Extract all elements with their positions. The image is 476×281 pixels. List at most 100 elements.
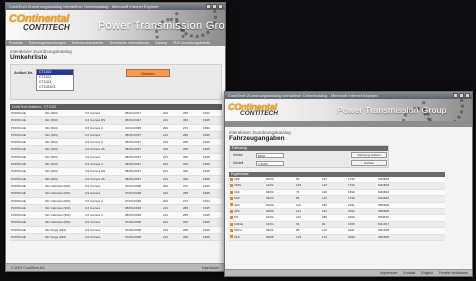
cell-text: 1796: [348, 177, 355, 181]
table-row[interactable]: PORSCHE 911 Targa (993) 3.6 Carrera 07/96-0…: [10, 226, 222, 235]
search-button[interactable]: Suchen: [126, 69, 170, 77]
article-option[interactable]: CT1024K1: [37, 85, 73, 90]
cell-text: PORSCHE: [11, 205, 26, 210]
window-controls: [206, 4, 223, 9]
table-row[interactable]: PORSCHE 911 Cabriolet (993) 3.6 Carrera 07/…: [10, 182, 222, 191]
cell-text: 285: [183, 191, 189, 196]
close-icon[interactable]: [218, 4, 223, 9]
article-number-listbox[interactable]: CT1022 CT1022 CT1024 CT1024K1: [36, 69, 74, 91]
table-row[interactable]: PORSCHE 911 (993) 3.6 Carrera 08/93-03/97 20…: [10, 110, 222, 118]
cell-text: 1996: [203, 235, 210, 240]
cell-text: 911 (993): [45, 132, 58, 137]
page-footer: © 2007 ContiTech AG Impressum: [6, 263, 225, 271]
cell-text: 272: [183, 198, 189, 203]
minimize-icon[interactable]: [206, 4, 211, 9]
table-cell: PORSCHE: [10, 160, 44, 169]
cell-text: PORSCHE: [11, 140, 26, 145]
cell-text: 3.6 Carrera: [85, 132, 101, 137]
cell-text: PORSCHE: [11, 213, 26, 218]
minimize-icon[interactable]: [453, 93, 458, 98]
table-cell: PORSCHE: [10, 197, 44, 205]
table-cell: M52B25: [377, 234, 445, 242]
table-cell: 300: [182, 167, 202, 176]
footer-link-impressum[interactable]: Impressum: [202, 264, 219, 271]
cell-text: 210: [163, 191, 169, 196]
logo-contitech: CONTITECH: [23, 23, 70, 32]
page-title: Umkehrliste: [10, 54, 48, 61]
table-row[interactable]: PORSCHE 911 Cabriolet (993) 3.6 Carrera 08/…: [10, 204, 222, 213]
table-cell: 300: [182, 116, 202, 125]
continental-logo[interactable]: COntinental CONTITECH: [228, 103, 278, 118]
table-row[interactable]: PORSCHE 911 (993) 3.6 Carrera 08/95-03/97 21…: [10, 131, 222, 140]
table-cell: 911 Cabriolet (993): [44, 182, 84, 191]
brand-banner: COntinental CONTITECH Power Transmission…: [225, 99, 472, 121]
table-row[interactable]: PORSCHE 911 (993) 3.6 Carrera 4 08/95-03/97…: [10, 138, 222, 147]
table-cell: PORSCHE: [10, 182, 44, 191]
continental-logo[interactable]: COntinental CONTITECH: [9, 14, 70, 32]
bullet-icon: [230, 203, 233, 207]
table-cell: 911 (993): [44, 160, 84, 169]
footer-link[interactable]: Fenster schliessen: [439, 270, 468, 276]
table-cell: 1993: [202, 110, 222, 118]
cell-text: 1995: [203, 169, 210, 174]
cell-text: 2497: [348, 228, 355, 233]
table-row[interactable]: 323i 09/95 125 170 2494 M52B25: [229, 234, 445, 242]
footer-link[interactable]: English: [421, 270, 432, 276]
cell-text: 1996: [203, 227, 210, 232]
cell-text: 285: [183, 227, 189, 232]
model-select[interactable]: 3 (E36): [256, 161, 284, 166]
make-select[interactable]: BMW: [256, 153, 284, 158]
cell-text: 911 Cabriolet (993): [45, 220, 71, 225]
table-cell: 911 Targa (993): [44, 233, 84, 242]
cell-text: 1596: [348, 189, 355, 194]
table-row[interactable]: PORSCHE 911 (993) 3.6 Carrera 4 08/95-03/97…: [10, 160, 222, 169]
table-cell: PORSCHE: [10, 167, 44, 176]
footer-link[interactable]: Kontakt: [403, 270, 415, 276]
cell-text: 08/95-03/98: [125, 205, 142, 210]
cell-text: 911 (993): [45, 169, 58, 174]
change-vehicle-button[interactable]: Fahrzeug ändern: [351, 152, 387, 158]
table-cell: 221: [162, 116, 182, 125]
cell-text: 09/90: [266, 177, 274, 181]
table-row[interactable]: PORSCHE 911 Cabriolet (993) 3.6 Carrera 07/…: [10, 189, 222, 198]
table-cell: 1995: [202, 167, 222, 176]
table-row[interactable]: PORSCHE 911 (993) 3.6 Carrera 4S 08/95-03/9…: [10, 145, 222, 154]
cell-text: 08/93-03/97: [125, 118, 142, 123]
cell-text: 103: [296, 183, 302, 188]
close-icon[interactable]: [465, 93, 470, 98]
table-cell: 07/93-03/98: [124, 189, 162, 198]
cell-text: 140: [322, 183, 328, 188]
table-cell: 300: [182, 175, 202, 183]
cell-text: 85: [296, 228, 300, 233]
cell-text: 210: [163, 213, 169, 218]
table-row[interactable]: PORSCHE 911 Cabriolet (993) 3.6 Carrera 07/…: [10, 218, 222, 227]
footer-link[interactable]: Impressum: [380, 270, 397, 276]
cell-text: 08/95-03/97: [125, 140, 142, 145]
table-row[interactable]: PORSCHE 911 Cabriolet (993) 3.6 Carrera 4 0…: [10, 211, 222, 220]
maximize-icon[interactable]: [212, 4, 217, 9]
table-row[interactable]: PORSCHE 911 (993) 3.6 Carrera RS 08/95-03/9…: [10, 167, 222, 176]
page-content: interaktiver Zuordnungskatalog Fahrzeuga…: [225, 127, 472, 242]
table-cell: 3.6 Carrera 4: [84, 160, 124, 169]
table-row[interactable]: PORSCHE 911 Cabriolet (993) 3.6 Carrera 4 0…: [10, 197, 222, 205]
table-row[interactable]: PORSCHE 911 (993) 3.6 Carrera 4 10/93-03/98…: [10, 124, 222, 132]
table-row[interactable]: PORSCHE 911 (993) 3.6 Carrera 08/95-03/97 22…: [10, 153, 222, 162]
cell-text: 113: [322, 177, 327, 181]
table-cell: 911 (993): [44, 138, 84, 147]
cell-text: 1991: [348, 202, 355, 207]
search-button[interactable]: Suchen: [351, 160, 387, 166]
table-row[interactable]: PORSCHE 911 (993) 3.6 Carrera RS 08/93-03/9…: [10, 116, 222, 125]
cell-text: 66: [296, 221, 300, 226]
brand-banner: COntinental CONTITECH Power Transmission…: [6, 10, 225, 40]
table-row[interactable]: PORSCHE 911 Targa (993) 3.6 Carrera 07/96-0…: [10, 233, 222, 242]
brand-tagline: Power Transmission Group: [98, 20, 225, 32]
table-cell: 3.6 Carrera: [84, 233, 124, 242]
maximize-icon[interactable]: [459, 93, 464, 98]
table-cell: 3.6 Carrera 4: [84, 197, 124, 205]
table-cell: 285: [182, 226, 202, 235]
cell-text: 1796: [348, 196, 355, 201]
table-row[interactable]: PORSCHE 911 (993) 3.6 Carrera 4S 08/95-03/9…: [10, 175, 222, 183]
cell-text: M50B20: [378, 202, 390, 207]
table-cell: 911 (993): [44, 116, 84, 125]
vehicle-table: PORSCHE 911 (993) 3.6 Carrera 08/93-03/97 20…: [10, 110, 222, 242]
